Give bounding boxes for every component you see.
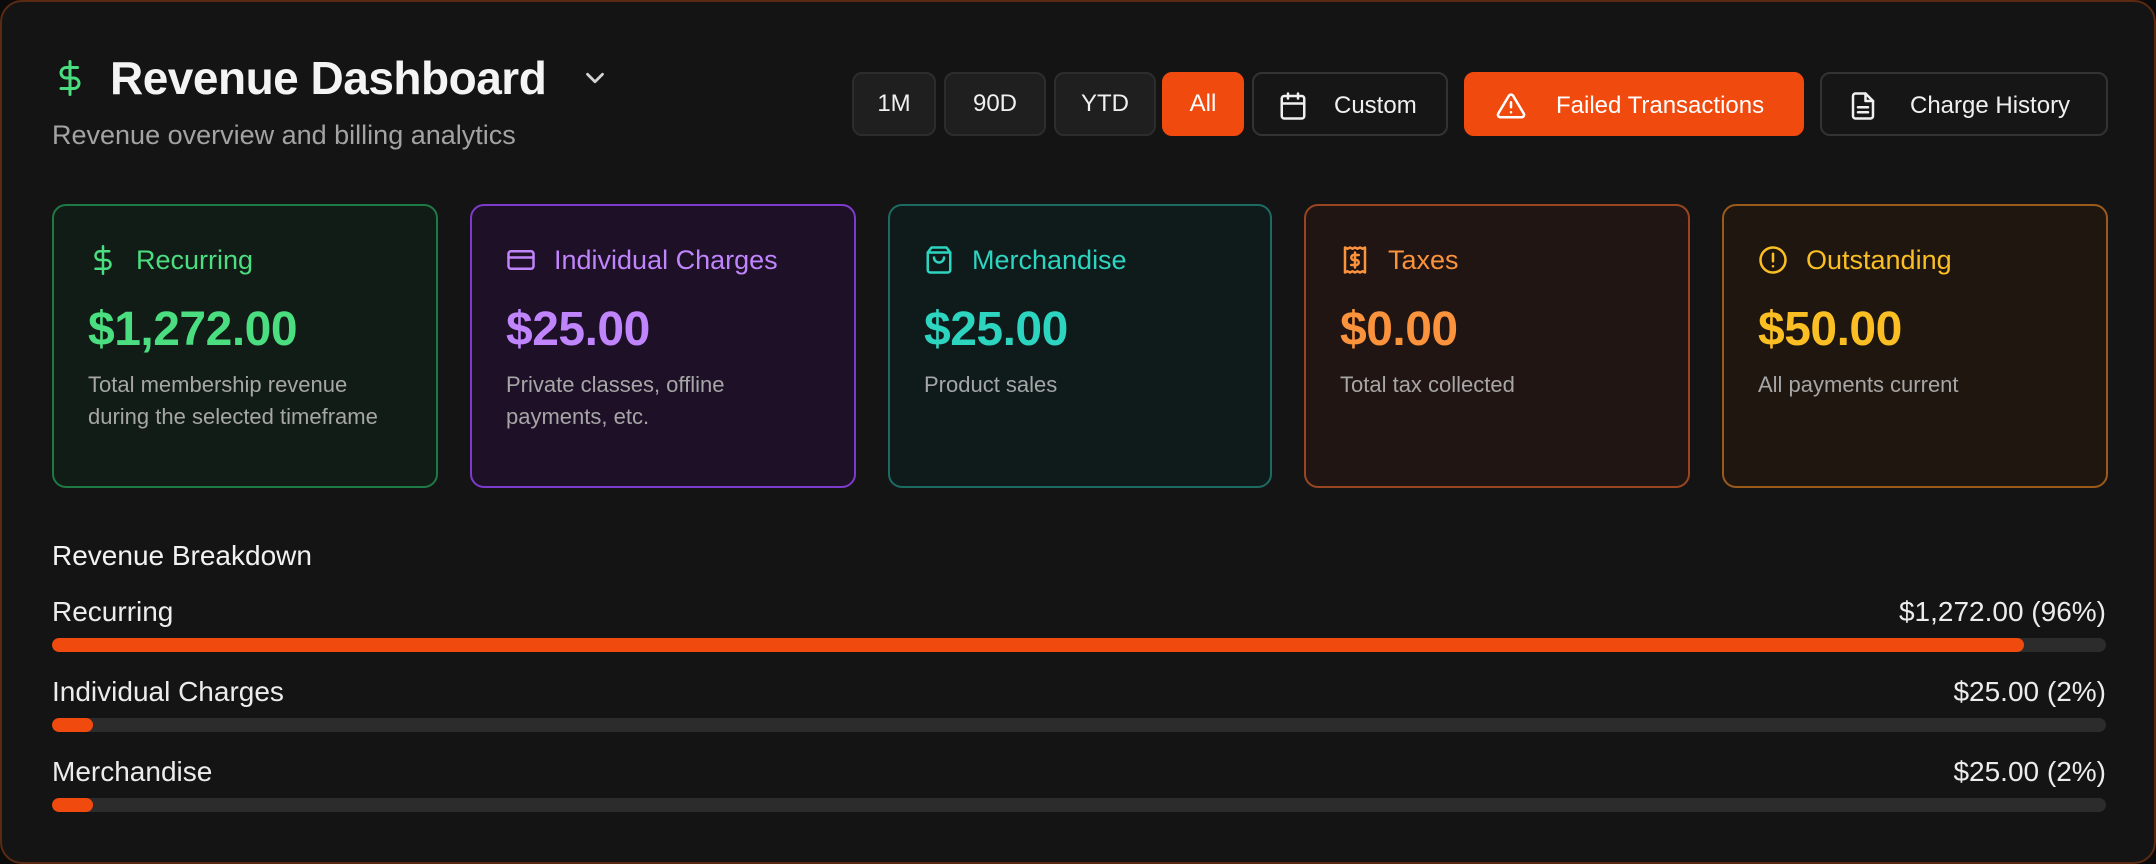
breakdown-label: Merchandise [52,756,213,787]
breakdown-row-merchandise: Merchandise $25.00 (2%) [52,756,2108,826]
title-row: Revenue Dashboard [52,48,610,108]
page-title: Revenue Dashboard [110,52,547,104]
range-all-button[interactable]: All [1162,72,1244,136]
breakdown-value: $25.00 (2%) [1953,676,2106,707]
failed-transactions-button[interactable]: Failed Transactions [1464,72,1804,136]
range-ytd-label: YTD [1081,90,1129,117]
progress-fill [52,718,94,732]
chevron-down-icon[interactable] [580,63,610,93]
dollar-icon [94,245,112,275]
alert-circle-icon [1759,246,1787,274]
custom-range-button[interactable]: Custom [1252,72,1448,136]
breakdown-label: Individual Charges [52,676,284,707]
progress-track [52,638,2106,652]
range-1m-button[interactable]: 1M [852,72,936,136]
breakdown-value: $1,272.00 (96%) [1898,596,2106,627]
progress-track [52,798,2106,812]
card-description: Total tax collected [1340,372,1515,397]
card-description: Private classes, offline payments, etc. [506,372,725,429]
individual-charges-card: Individual Charges $25.00 Private classe… [470,204,856,488]
card-value: $0.00 [1340,303,1458,356]
card-header: Outstanding [1758,242,2072,278]
card-value: $25.00 [506,303,650,356]
dollar-icon [59,60,81,96]
breakdown-row-recurring: Recurring $1,272.00 (96%) [52,596,2108,666]
range-all-label: All [1189,90,1217,117]
range-1m-label: 1M [877,90,911,117]
card-value: $25.00 [924,303,1068,356]
card-label: Merchandise [972,244,1127,275]
charge-history-label: Charge History [1910,92,2071,119]
document-icon [1851,92,1875,120]
progress-fill [52,798,94,812]
card-label: Recurring [136,244,254,275]
card-header: Individual Charges [506,242,820,278]
card-value: $1,272.00 [88,303,298,356]
calendar-icon [1280,92,1306,120]
taxes-card: Taxes $0.00 Total tax collected [1304,204,1690,488]
card-description: Product sales [924,372,1058,397]
custom-range-label: Custom [1334,92,1417,119]
recurring-card: Recurring $1,272.00 Total membership rev… [52,204,438,488]
page-subtitle: Revenue overview and billing analytics [52,120,516,150]
range-90d-button[interactable]: 90D [944,72,1046,136]
charge-history-button[interactable]: Charge History [1820,72,2108,136]
outstanding-card: Outstanding $50.00 All payments current [1722,204,2108,488]
card-header: Taxes [1340,242,1654,278]
breakdown-row-individual-charges: Individual Charges $25.00 (2%) [52,676,2108,746]
range-90d-label: 90D [972,90,1018,117]
card-value: $50.00 [1758,303,1902,356]
failed-transactions-label: Failed Transactions [1556,92,1765,119]
warning-triangle-icon [1496,93,1526,119]
revenue-dashboard-panel: Revenue Dashboard Revenue overview and b… [0,0,2156,864]
credit-card-icon [507,250,535,270]
card-label: Taxes [1388,244,1459,275]
breakdown-value: $25.00 (2%) [1953,756,2106,787]
breakdown-title: Revenue Breakdown [52,540,312,571]
shopping-bag-icon [926,246,952,274]
breakdown-label: Recurring [52,596,174,627]
progress-fill [52,638,2024,652]
card-description: Total membership revenue during the sele… [88,372,378,429]
card-header: Merchandise [924,242,1236,278]
merchandise-card: Merchandise $25.00 Product sales [888,204,1272,488]
card-label: Outstanding [1806,244,1952,275]
card-label: Individual Charges [554,244,778,275]
range-ytd-button[interactable]: YTD [1054,72,1156,136]
receipt-icon [1343,246,1367,274]
card-header: Recurring [88,242,402,278]
card-description: All payments current [1758,372,1959,397]
dashboard-header: Revenue Dashboard Revenue overview and b… [52,48,610,151]
progress-track [52,718,2106,732]
